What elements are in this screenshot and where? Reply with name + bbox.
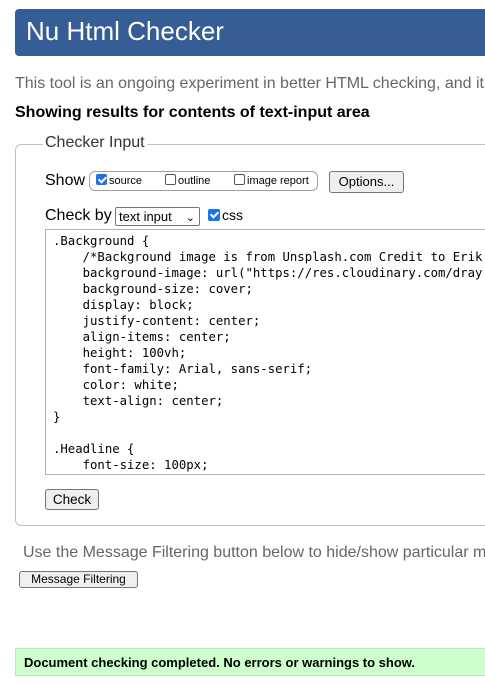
options-button[interactable]: Options... [329,171,404,193]
check-by-value: text input [119,209,172,224]
show-label: Show [45,172,86,189]
checker-input-legend: Checker Input [43,134,147,152]
show-source-option[interactable]: source [96,174,142,187]
css-option[interactable]: css [208,207,243,223]
results-heading: Showing results for contents of text-inp… [15,104,370,121]
check-by-select[interactable]: text input ⌄ [115,207,200,226]
css-option-label: css [222,207,243,223]
message-filtering-button[interactable]: Message Filtering [19,571,138,588]
intro-text: This tool is an ongoing experiment in be… [15,75,485,92]
show-outline-option[interactable]: outline [165,174,210,187]
outline-checkbox[interactable] [165,174,176,185]
status-text: Document checking completed. No errors o… [24,655,416,670]
message-filtering-text: Use the Message Filtering button below t… [23,544,485,561]
source-textarea[interactable]: .Background { /*Background image is from… [45,229,485,475]
status-message: Document checking completed. No errors o… [15,648,485,676]
check-button[interactable]: Check [45,489,99,510]
image-report-option-label: image report [247,175,309,187]
header-banner: Nu Html Checker [15,9,485,56]
page: Nu Html Checker This tool is an ongoing … [0,0,485,682]
page-title: Nu Html Checker [26,16,224,46]
image-report-checkbox[interactable] [234,174,245,185]
chevron-down-icon: ⌄ [185,212,195,224]
source-code: .Background { /*Background image is from… [53,234,483,472]
show-image-report-option[interactable]: image report [234,174,309,187]
css-checkbox[interactable] [208,209,220,221]
check-by-label: Check by [45,207,112,224]
outline-option-label: outline [178,175,211,187]
source-checkbox[interactable] [96,174,107,185]
source-option-label: source [109,175,143,187]
